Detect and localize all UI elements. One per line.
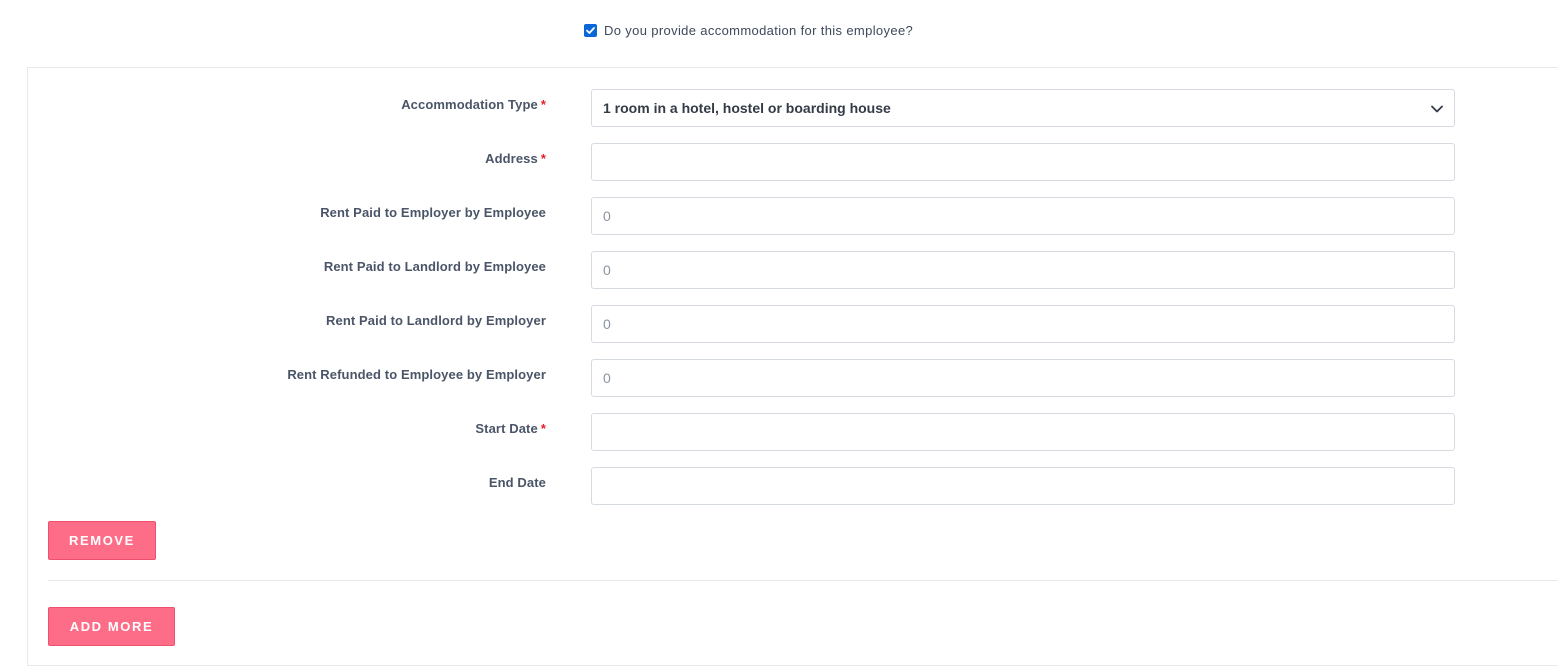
rent-employer-by-employee-row: Rent Paid to Employer by Employee 0 <box>28 197 1558 237</box>
remove-button[interactable]: REMOVE <box>48 521 156 560</box>
rent-landlord-by-employer-label: Rent Paid to Landlord by Employer <box>326 313 546 328</box>
accommodation-checkbox[interactable] <box>584 23 597 37</box>
required-marker: * <box>540 97 546 112</box>
accommodation-type-select[interactable]: 1 room in a hotel, hostel or boarding ho… <box>591 89 1455 127</box>
rent-refunded-by-employer-label: Rent Refunded to Employee by Employer <box>287 367 546 382</box>
address-row: Address * <box>28 143 1558 183</box>
start-date-row: Start Date * <box>28 413 1558 453</box>
rent-refunded-by-employer-row: Rent Refunded to Employee by Employer 0 <box>28 359 1558 399</box>
accommodation-type-value: 1 room in a hotel, hostel or boarding ho… <box>603 100 891 116</box>
end-date-input[interactable] <box>591 467 1455 505</box>
address-label: Address * <box>485 151 546 166</box>
rent-landlord-by-employer-input[interactable]: 0 <box>591 305 1455 343</box>
rent-landlord-by-employee-row: Rent Paid to Landlord by Employee 0 <box>28 251 1558 291</box>
accommodation-checkbox-label[interactable]: Do you provide accommodation for this em… <box>604 23 913 38</box>
accommodation-type-label: Accommodation Type * <box>401 97 546 112</box>
start-date-label: Start Date * <box>475 421 546 436</box>
divider <box>48 580 1558 581</box>
accommodation-type-row: Accommodation Type * 1 room in a hotel, h… <box>28 89 1558 129</box>
add-more-button[interactable]: ADD MORE <box>48 607 175 646</box>
rent-employer-by-employee-input[interactable]: 0 <box>591 197 1455 235</box>
accommodation-panel: Accommodation Type * 1 room in a hotel, h… <box>27 67 1558 666</box>
required-marker: * <box>540 151 546 166</box>
accommodation-checkbox-row[interactable]: Do you provide accommodation for this em… <box>584 22 913 38</box>
check-icon <box>586 26 595 34</box>
address-input[interactable] <box>591 143 1455 181</box>
chevron-down-icon <box>1431 105 1443 113</box>
start-date-input[interactable] <box>591 413 1455 451</box>
rent-employer-by-employee-label: Rent Paid to Employer by Employee <box>320 205 546 220</box>
rent-refunded-by-employer-input[interactable]: 0 <box>591 359 1455 397</box>
rent-landlord-by-employee-input[interactable]: 0 <box>591 251 1455 289</box>
end-date-label: End Date <box>488 475 546 490</box>
end-date-row: End Date <box>28 467 1558 507</box>
rent-landlord-by-employee-label: Rent Paid to Landlord by Employee <box>323 259 546 274</box>
required-marker: * <box>540 421 546 436</box>
rent-landlord-by-employer-row: Rent Paid to Landlord by Employer 0 <box>28 305 1558 345</box>
